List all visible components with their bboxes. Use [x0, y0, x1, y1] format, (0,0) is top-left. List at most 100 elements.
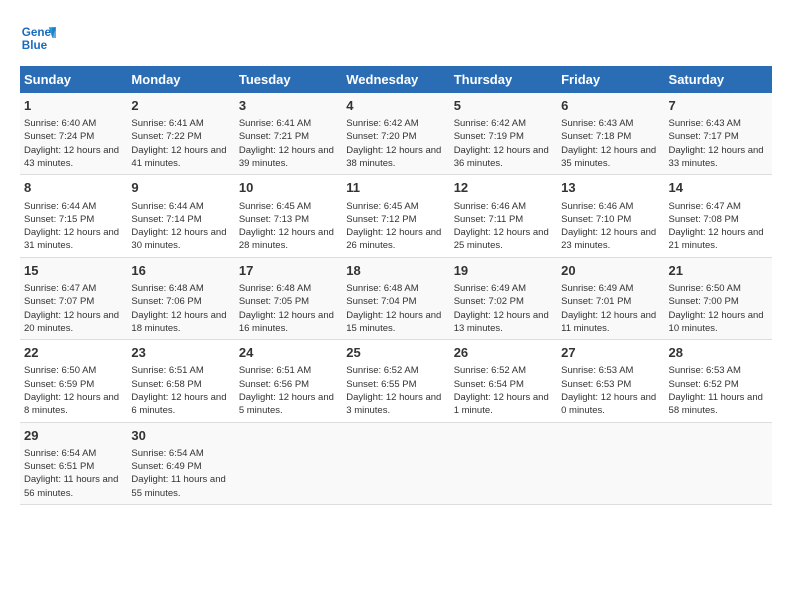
- calendar-cell: 4 Sunrise: 6:42 AMSunset: 7:20 PMDaylight…: [342, 93, 449, 175]
- day-info: Sunrise: 6:43 AMSunset: 7:18 PMDaylight:…: [561, 117, 660, 170]
- calendar-cell: 14Sunrise: 6:47 AMSunset: 7:08 PMDayligh…: [665, 175, 772, 257]
- day-number: 16: [131, 262, 230, 280]
- day-number: 30: [131, 427, 230, 445]
- weekday-header-row: SundayMondayTuesdayWednesdayThursdayFrid…: [20, 66, 772, 93]
- day-info: Sunrise: 6:42 AMSunset: 7:19 PMDaylight:…: [454, 117, 553, 170]
- logo: General Blue: [20, 20, 60, 56]
- calendar-cell: 11 Sunrise: 6:45 AMSunset: 7:12 PMDayligh…: [342, 175, 449, 257]
- day-info: Sunrise: 6:48 AMSunset: 7:05 PMDaylight:…: [239, 282, 338, 335]
- day-number: 20: [561, 262, 660, 280]
- day-info: Sunrise: 6:44 AMSunset: 7:15 PMDaylight:…: [24, 200, 123, 253]
- day-info: Sunrise: 6:50 AMSunset: 6:59 PMDaylight:…: [24, 364, 123, 417]
- calendar-cell: 29 Sunrise: 6:54 AMSunset: 6:51 PMDayligh…: [20, 422, 127, 504]
- weekday-header-tuesday: Tuesday: [235, 66, 342, 93]
- day-info: Sunrise: 6:50 AMSunset: 7:00 PMDaylight:…: [669, 282, 768, 335]
- day-number: 2: [131, 97, 230, 115]
- calendar-cell: 12 Sunrise: 6:46 AMSunset: 7:11 PMDayligh…: [450, 175, 557, 257]
- svg-text:Blue: Blue: [22, 39, 48, 52]
- calendar-cell: 22 Sunrise: 6:50 AMSunset: 6:59 PMDayligh…: [20, 340, 127, 422]
- calendar-cell: 28 Sunrise: 6:53 AMSunset: 6:52 PMDayligh…: [665, 340, 772, 422]
- day-number: 15: [24, 262, 123, 280]
- calendar-cell: 5Sunrise: 6:42 AMSunset: 7:19 PMDaylight…: [450, 93, 557, 175]
- calendar-cell: 15 Sunrise: 6:47 AMSunset: 7:07 PMDayligh…: [20, 257, 127, 339]
- calendar-table: SundayMondayTuesdayWednesdayThursdayFrid…: [20, 66, 772, 505]
- calendar-cell: 23 Sunrise: 6:51 AMSunset: 6:58 PMDayligh…: [127, 340, 234, 422]
- calendar-cell: 1 Sunrise: 6:40 AMSunset: 7:24 PMDaylight…: [20, 93, 127, 175]
- day-info: Sunrise: 6:48 AMSunset: 7:04 PMDaylight:…: [346, 282, 445, 335]
- day-info: Sunrise: 6:53 AMSunset: 6:52 PMDaylight:…: [669, 364, 768, 417]
- day-number: 13: [561, 179, 660, 197]
- calendar-cell: 19 Sunrise: 6:49 AMSunset: 7:02 PMDayligh…: [450, 257, 557, 339]
- day-number: 22: [24, 344, 123, 362]
- week-row-1: 1 Sunrise: 6:40 AMSunset: 7:24 PMDaylight…: [20, 93, 772, 175]
- day-info: Sunrise: 6:53 AMSunset: 6:53 PMDaylight:…: [561, 364, 660, 417]
- weekday-header-saturday: Saturday: [665, 66, 772, 93]
- day-info: Sunrise: 6:41 AMSunset: 7:21 PMDaylight:…: [239, 117, 338, 170]
- day-number: 14: [669, 179, 768, 197]
- calendar-cell: 6 Sunrise: 6:43 AMSunset: 7:18 PMDaylight…: [557, 93, 664, 175]
- calendar-cell: [665, 422, 772, 504]
- day-info: Sunrise: 6:42 AMSunset: 7:20 PMDaylight:…: [346, 117, 445, 170]
- day-info: Sunrise: 6:51 AMSunset: 6:56 PMDaylight:…: [239, 364, 338, 417]
- header: General Blue: [20, 20, 772, 56]
- calendar-cell: 20 Sunrise: 6:49 AMSunset: 7:01 PMDayligh…: [557, 257, 664, 339]
- calendar-cell: 8 Sunrise: 6:44 AMSunset: 7:15 PMDaylight…: [20, 175, 127, 257]
- day-info: Sunrise: 6:54 AMSunset: 6:51 PMDaylight:…: [24, 447, 123, 500]
- calendar-cell: 27 Sunrise: 6:53 AMSunset: 6:53 PMDayligh…: [557, 340, 664, 422]
- day-number: 6: [561, 97, 660, 115]
- calendar-cell: 24 Sunrise: 6:51 AMSunset: 6:56 PMDayligh…: [235, 340, 342, 422]
- day-info: Sunrise: 6:44 AMSunset: 7:14 PMDaylight:…: [131, 200, 230, 253]
- calendar-cell: 18 Sunrise: 6:48 AMSunset: 7:04 PMDayligh…: [342, 257, 449, 339]
- day-number: 10: [239, 179, 338, 197]
- day-number: 29: [24, 427, 123, 445]
- day-number: 17: [239, 262, 338, 280]
- day-number: 28: [669, 344, 768, 362]
- day-number: 25: [346, 344, 445, 362]
- day-info: Sunrise: 6:51 AMSunset: 6:58 PMDaylight:…: [131, 364, 230, 417]
- calendar-cell: 10 Sunrise: 6:45 AMSunset: 7:13 PMDayligh…: [235, 175, 342, 257]
- calendar-cell: 21 Sunrise: 6:50 AMSunset: 7:00 PMDayligh…: [665, 257, 772, 339]
- calendar-cell: [557, 422, 664, 504]
- day-info: Sunrise: 6:45 AMSunset: 7:12 PMDaylight:…: [346, 200, 445, 253]
- day-info: Sunrise: 6:52 AMSunset: 6:55 PMDaylight:…: [346, 364, 445, 417]
- day-number: 4: [346, 97, 445, 115]
- day-info: Sunrise: 6:43 AMSunset: 7:17 PMDaylight:…: [669, 117, 768, 170]
- weekday-header-friday: Friday: [557, 66, 664, 93]
- week-row-3: 15 Sunrise: 6:47 AMSunset: 7:07 PMDayligh…: [20, 257, 772, 339]
- day-number: 1: [24, 97, 123, 115]
- week-row-4: 22 Sunrise: 6:50 AMSunset: 6:59 PMDayligh…: [20, 340, 772, 422]
- day-number: 26: [454, 344, 553, 362]
- day-number: 8: [24, 179, 123, 197]
- day-number: 21: [669, 262, 768, 280]
- calendar-cell: 9 Sunrise: 6:44 AMSunset: 7:14 PMDaylight…: [127, 175, 234, 257]
- calendar-cell: 13Sunrise: 6:46 AMSunset: 7:10 PMDayligh…: [557, 175, 664, 257]
- day-info: Sunrise: 6:48 AMSunset: 7:06 PMDaylight:…: [131, 282, 230, 335]
- week-row-2: 8 Sunrise: 6:44 AMSunset: 7:15 PMDaylight…: [20, 175, 772, 257]
- weekday-header-sunday: Sunday: [20, 66, 127, 93]
- calendar-cell: 2Sunrise: 6:41 AMSunset: 7:22 PMDaylight…: [127, 93, 234, 175]
- weekday-header-thursday: Thursday: [450, 66, 557, 93]
- day-number: 27: [561, 344, 660, 362]
- calendar-cell: 16 Sunrise: 6:48 AMSunset: 7:06 PMDayligh…: [127, 257, 234, 339]
- day-info: Sunrise: 6:49 AMSunset: 7:02 PMDaylight:…: [454, 282, 553, 335]
- day-number: 12: [454, 179, 553, 197]
- day-info: Sunrise: 6:47 AMSunset: 7:07 PMDaylight:…: [24, 282, 123, 335]
- day-number: 24: [239, 344, 338, 362]
- day-number: 23: [131, 344, 230, 362]
- day-number: 9: [131, 179, 230, 197]
- day-info: Sunrise: 6:54 AMSunset: 6:49 PMDaylight:…: [131, 447, 230, 500]
- day-number: 18: [346, 262, 445, 280]
- day-number: 11: [346, 179, 445, 197]
- day-number: 19: [454, 262, 553, 280]
- logo-icon: General Blue: [20, 20, 56, 56]
- weekday-header-monday: Monday: [127, 66, 234, 93]
- day-info: Sunrise: 6:40 AMSunset: 7:24 PMDaylight:…: [24, 117, 123, 170]
- day-info: Sunrise: 6:45 AMSunset: 7:13 PMDaylight:…: [239, 200, 338, 253]
- calendar-cell: 3 Sunrise: 6:41 AMSunset: 7:21 PMDaylight…: [235, 93, 342, 175]
- calendar-cell: 30 Sunrise: 6:54 AMSunset: 6:49 PMDayligh…: [127, 422, 234, 504]
- weekday-header-wednesday: Wednesday: [342, 66, 449, 93]
- day-info: Sunrise: 6:49 AMSunset: 7:01 PMDaylight:…: [561, 282, 660, 335]
- day-number: 3: [239, 97, 338, 115]
- week-row-5: 29 Sunrise: 6:54 AMSunset: 6:51 PMDayligh…: [20, 422, 772, 504]
- day-info: Sunrise: 6:46 AMSunset: 7:11 PMDaylight:…: [454, 200, 553, 253]
